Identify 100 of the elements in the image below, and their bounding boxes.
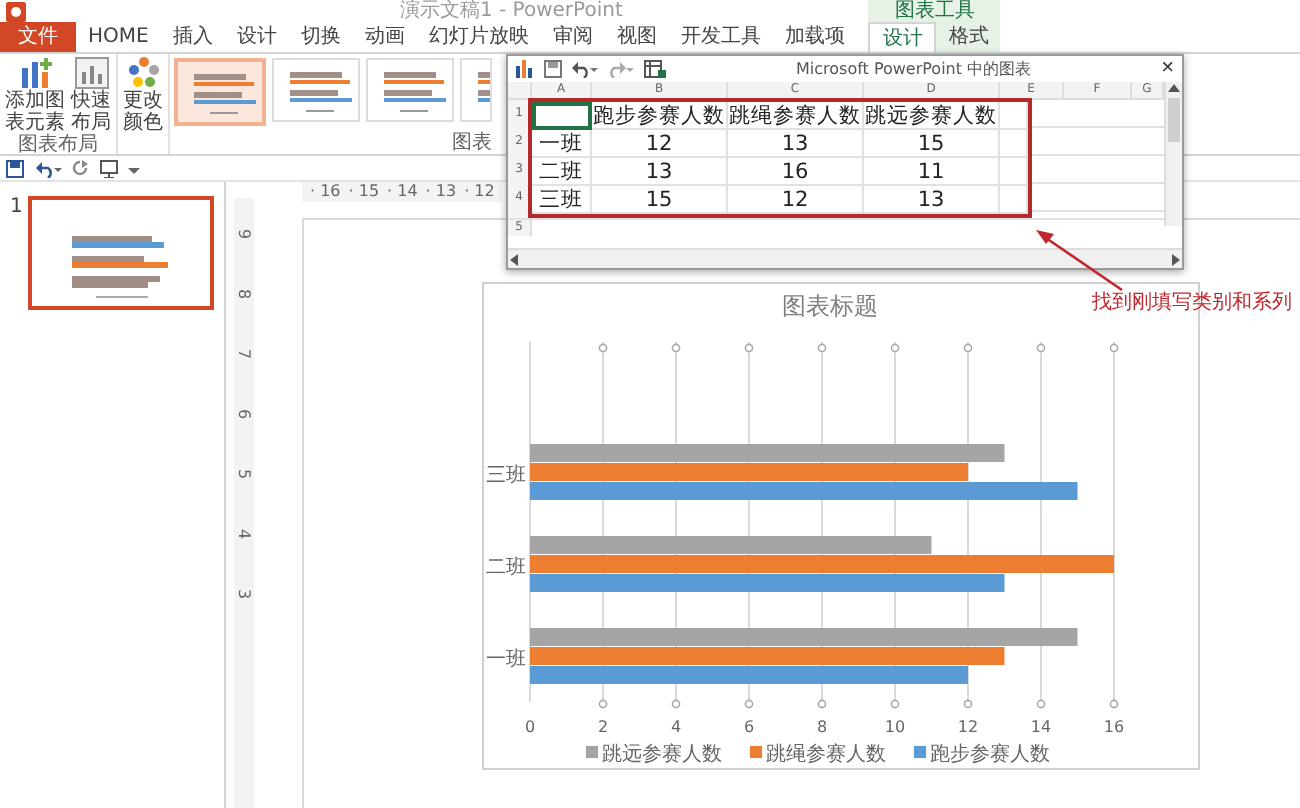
arrow xyxy=(1030,228,1126,292)
context-tab-label: 图表工具 xyxy=(892,0,977,22)
table-cell[interactable]: 13 xyxy=(592,158,728,186)
ribbon-tab[interactable]: 加载项 xyxy=(772,22,857,52)
selected-cell[interactable] xyxy=(532,102,592,130)
window-title: Microsoft PowerPoint 中的图表 xyxy=(794,58,1034,80)
undo-icon[interactable] xyxy=(572,60,598,78)
gridline-handle xyxy=(744,699,754,709)
app-logo-icon xyxy=(6,1,26,21)
table-cell[interactable]: 11 xyxy=(864,158,1000,186)
table-cell[interactable]: 15 xyxy=(864,130,1000,158)
layout-icon xyxy=(73,56,109,90)
ruler-number: · 15 xyxy=(348,182,380,202)
gridline-handle xyxy=(671,343,681,353)
ribbon-tab[interactable]: 设计 xyxy=(868,22,937,52)
vertical-scrollbar[interactable] xyxy=(1164,82,1182,226)
tick-label: 2 xyxy=(597,718,609,736)
ribbon-tab[interactable]: 设计 xyxy=(224,22,289,52)
color-dots-icon xyxy=(125,56,161,90)
file-tab[interactable]: 文件 xyxy=(0,22,76,52)
ribbon-tab[interactable]: 开发工具 xyxy=(668,22,773,52)
change-colors-button[interactable]: 更改颜色 xyxy=(122,54,164,154)
ruler-number: 6 xyxy=(236,408,252,420)
chart-style-thumbnail[interactable] xyxy=(272,58,360,122)
ribbon-tab[interactable]: 格式 xyxy=(936,22,1001,52)
gridline-handle xyxy=(890,343,900,353)
table-cell[interactable]: 二班 xyxy=(532,158,592,186)
chart-icon[interactable] xyxy=(516,60,534,78)
save-icon[interactable] xyxy=(544,60,562,78)
gridline-handle xyxy=(890,699,900,709)
table-cell[interactable]: 跑步参赛人数 xyxy=(592,102,728,130)
quick-layout-button[interactable]: 快速布局 xyxy=(70,54,112,134)
gridline-handle xyxy=(1036,343,1046,353)
ribbon-tab[interactable]: 插入 xyxy=(160,22,225,52)
table-cell[interactable]: 12 xyxy=(728,186,864,214)
close-button[interactable]: × xyxy=(1161,58,1174,80)
table-cell[interactable]: 跳绳参赛人数 xyxy=(728,102,864,130)
tick-label: 8 xyxy=(816,718,828,736)
scroll-up-icon[interactable] xyxy=(1168,82,1180,94)
ruler-number: 3 xyxy=(236,588,252,600)
horizontal-scrollbar[interactable] xyxy=(508,248,1182,268)
ruler-number: · 14 xyxy=(387,182,418,202)
group-label: 图表 xyxy=(452,132,492,154)
scroll-right-icon[interactable] xyxy=(1170,253,1182,265)
category-label: 三班 xyxy=(486,464,526,487)
slide-thumbnail[interactable] xyxy=(28,196,215,310)
slide-number: 1 xyxy=(10,196,23,218)
table-cell[interactable]: 16 xyxy=(728,158,864,186)
tick-label: 16 xyxy=(1103,718,1125,736)
ruler-number: · 12 xyxy=(464,182,495,202)
legend-item: 跳绳参赛人数 xyxy=(750,744,886,766)
ribbon-tab[interactable]: 动画 xyxy=(352,22,417,52)
ribbon-tab[interactable]: 视图 xyxy=(604,22,669,52)
table-cell[interactable]: 一班 xyxy=(532,130,592,158)
gridline-handle xyxy=(1036,699,1046,709)
gridline-handle xyxy=(817,699,827,709)
ruler-number: 4 xyxy=(236,528,252,540)
annotation-text: 找到刚填写类别和系列 xyxy=(1092,292,1292,314)
ribbon-tab[interactable]: 切换 xyxy=(288,22,353,52)
gridline-handle xyxy=(963,343,973,353)
chart-style-thumbnail[interactable] xyxy=(174,58,266,126)
legend-label: 跳绳参赛人数 xyxy=(766,742,886,766)
redo-icon[interactable] xyxy=(72,159,90,177)
ribbon-tab[interactable]: HOME xyxy=(76,22,161,52)
gridline-handle xyxy=(817,343,827,353)
save-icon[interactable] xyxy=(6,159,24,177)
table-cell[interactable]: 13 xyxy=(864,186,1000,214)
undo-icon[interactable] xyxy=(34,159,62,177)
table-cell[interactable]: 跳远参赛人数 xyxy=(864,102,1000,130)
group-label: 图表布局 xyxy=(18,134,98,156)
presenter-icon[interactable] xyxy=(100,159,118,177)
chart-add-icon xyxy=(17,56,53,90)
tick-label: 14 xyxy=(1030,718,1052,736)
gridline-handle xyxy=(598,699,608,709)
ribbon-tab[interactable]: 审阅 xyxy=(540,22,605,52)
table-cell[interactable]: 13 xyxy=(728,130,864,158)
ruler-number: · 13 xyxy=(425,182,457,202)
tick-label: 6 xyxy=(743,718,755,736)
legend-item: 跳远参赛人数 xyxy=(586,744,722,766)
gridline-handle xyxy=(1109,343,1119,353)
scroll-left-icon[interactable] xyxy=(508,253,520,265)
ribbon-tab[interactable]: 幻灯片放映 xyxy=(416,22,541,52)
chart-style-thumbnail[interactable] xyxy=(460,58,492,122)
tick-label: 4 xyxy=(670,718,682,736)
chart-style-thumbnail[interactable] xyxy=(366,58,454,122)
table-cell[interactable]: 15 xyxy=(592,186,728,214)
legend-label: 跑步参赛人数 xyxy=(930,742,1050,766)
table-cell[interactable]: 三班 xyxy=(532,186,592,214)
gridline-handle xyxy=(744,343,754,353)
ruler-number: 5 xyxy=(236,468,252,480)
ruler-number: 9 xyxy=(236,228,252,240)
gridline-handle xyxy=(671,699,681,709)
tick-label: 12 xyxy=(957,718,979,736)
ruler-number: 8 xyxy=(236,288,252,300)
legend-item: 跑步参赛人数 xyxy=(914,744,1050,766)
chart-title: 图表标题 xyxy=(782,292,878,320)
add-chart-element-button[interactable]: 添加图表元素 xyxy=(4,54,66,134)
sheet-icon[interactable] xyxy=(644,60,666,78)
table-cell[interactable]: 12 xyxy=(592,130,728,158)
gridline-handle xyxy=(1109,699,1119,709)
